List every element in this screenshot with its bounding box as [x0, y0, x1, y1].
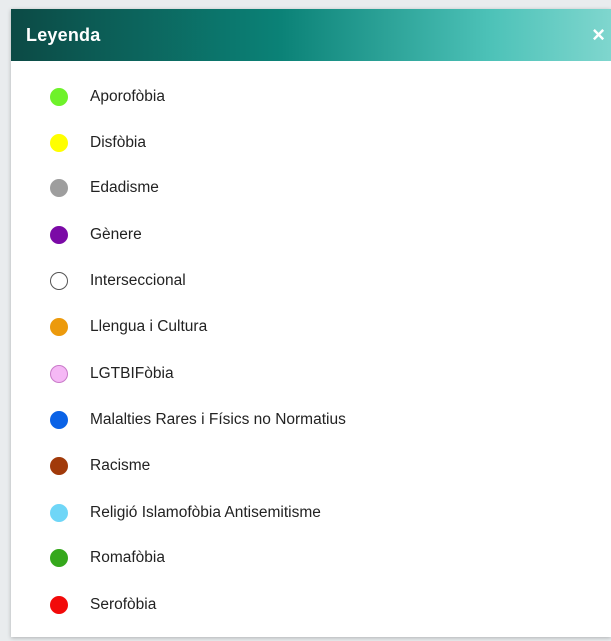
legend-item-aporofobia: Aporofòbia [11, 82, 165, 112]
legend-item-lgtbifobia: LGTBIFòbia [11, 359, 174, 389]
legend-dot [50, 272, 68, 290]
legend-dot [50, 365, 68, 383]
legend-label: Religió Islamofòbia Antisemitisme [90, 504, 321, 521]
legend-item-malalties-rares: Malalties Rares i Físics no Normatius [11, 405, 346, 435]
legend-dot [50, 179, 68, 197]
legend-label: Disfòbia [90, 134, 146, 151]
legend-label: Edadisme [90, 179, 159, 196]
legend-item-religio: Religió Islamofòbia Antisemitisme [11, 498, 321, 528]
legend-item-llengua-i-cultura: Llengua i Cultura [11, 312, 207, 342]
legend-item-racisme: Racisme [11, 451, 150, 481]
legend-label: LGTBIFòbia [90, 365, 174, 382]
legend-dot [50, 226, 68, 244]
legend-dot [50, 549, 68, 567]
legend-title: Leyenda [26, 24, 101, 45]
legend-dot [50, 318, 68, 336]
legend-dot [50, 504, 68, 522]
legend-header: Leyenda × [11, 9, 611, 61]
legend-dot [50, 596, 68, 614]
legend-item-disfobia: Disfòbia [11, 128, 146, 158]
legend-label: Gènere [90, 226, 142, 243]
legend-label: Llengua i Cultura [90, 318, 208, 335]
legend-dot [50, 457, 68, 475]
legend-item-romafobia: Romafòbia [11, 543, 165, 573]
legend-dot [50, 134, 68, 152]
legend-label: Romafòbia [90, 549, 165, 566]
legend-dot [50, 88, 68, 106]
legend-label: Malalties Rares i Físics no Normatius [90, 411, 346, 428]
legend-item-interseccional: Interseccional [11, 266, 186, 296]
legend-item-serofobia: Serofòbia [11, 590, 156, 620]
close-icon[interactable]: × [592, 24, 605, 46]
legend-item-edadisme: Edadisme [11, 173, 159, 203]
legend-label: Racisme [90, 457, 151, 474]
legend-dot [50, 411, 68, 429]
legend-label: Aporofòbia [90, 88, 165, 105]
legend-panel: Leyenda × Aporofòbia Disfòbia Edadisme G… [11, 9, 611, 637]
legend-item-genere: Gènere [11, 220, 142, 250]
legend-label: Interseccional [90, 272, 186, 289]
legend-label: Serofòbia [90, 596, 157, 613]
